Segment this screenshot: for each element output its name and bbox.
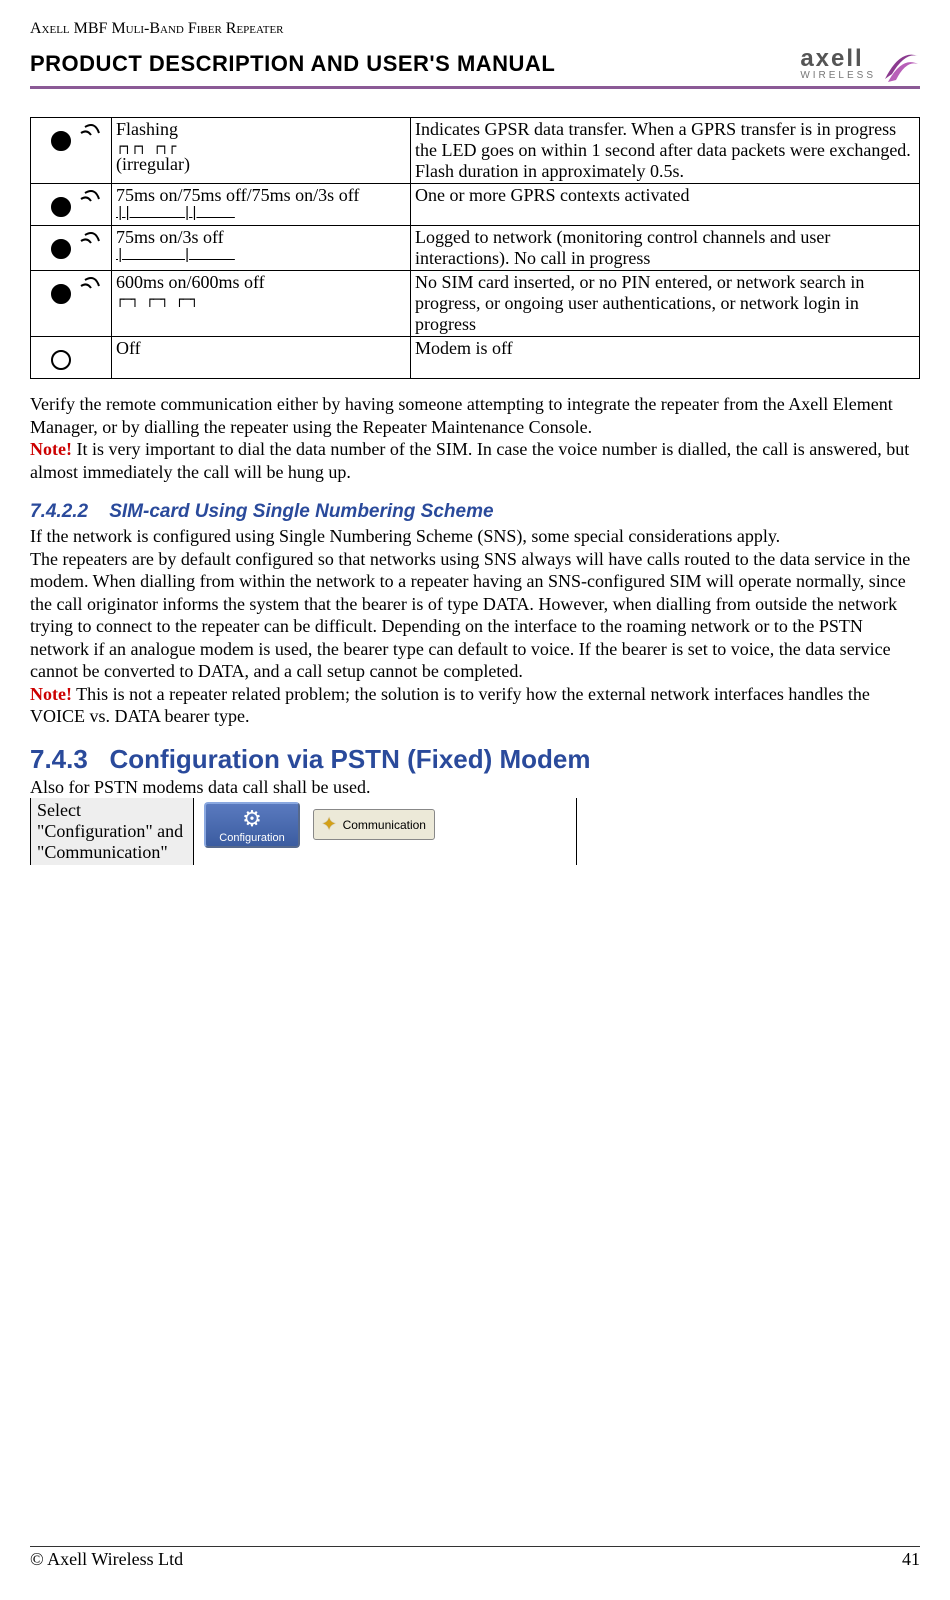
section-title-743: Configuration via PSTN (Fixed) Modem (110, 744, 591, 774)
led-description: No SIM card inserted, or no PIN entered,… (411, 271, 920, 337)
configuration-button-label: Configuration (219, 832, 284, 844)
note-label: Note! (30, 439, 72, 459)
section-number-74222: 7.4.2.2 (30, 501, 88, 522)
pattern-waveform: ┌─┐_┌─┐_┌─┐_ (116, 293, 406, 307)
table-row: OffModem is off (31, 337, 920, 379)
globe-arrows-icon: ✦ (322, 814, 337, 835)
pattern-waveform: ┌┐┌┐_┌┐┌ (116, 140, 406, 154)
logo-text-main: axell (800, 47, 876, 71)
table-row: 75ms on/75ms off/75ms on/3s off||_______… (31, 184, 920, 226)
footer-page-number: 41 (902, 1549, 920, 1570)
led-pattern: Flashing┌┐┌┐_┌┐┌(irregular) (112, 118, 411, 184)
led-icon (31, 226, 112, 271)
p-74222-1: If the network is configured using Singl… (30, 526, 780, 546)
table-row: 75ms on/3s off|________|______Logged to … (31, 226, 920, 271)
pattern-waveform: ||_______||_____ (116, 206, 406, 220)
intro-743: Also for PSTN modems data call shall be … (30, 777, 920, 798)
note2-label: Note! (30, 684, 72, 704)
pattern-label: 75ms on/75ms off/75ms on/3s off (116, 185, 406, 206)
table-row: Flashing┌┐┌┐_┌┐┌(irregular)Indicates GPS… (31, 118, 920, 184)
p-74222-2: The repeaters are by default configured … (30, 549, 910, 682)
pattern-label: Flashing (116, 119, 406, 140)
led-pattern: Off (112, 337, 411, 379)
led-icon (31, 337, 112, 379)
header-title: PRODUCT DESCRIPTION AND USER'S MANUAL (30, 51, 555, 77)
config-step-table: Select "Configuration" and "Communicatio… (30, 798, 577, 865)
pattern-label: Off (116, 338, 406, 359)
note2-text: This is not a repeater related problem; … (30, 684, 870, 727)
led-description: Indicates GPSR data transfer. When a GPR… (411, 118, 920, 184)
note1-text: It is very important to dial the data nu… (30, 439, 909, 482)
brand-logo: axell WIRELESS (800, 44, 920, 84)
table-row: 600ms on/600ms off┌─┐_┌─┐_┌─┐_No SIM car… (31, 271, 920, 337)
configuration-button[interactable]: ⚙ Configuration (204, 802, 300, 848)
pattern-label: 600ms on/600ms off (116, 272, 406, 293)
verify-text: Verify the remote communication either b… (30, 394, 893, 437)
pattern-waveform: |________|______ (116, 248, 406, 262)
communication-button-label: Communication (343, 818, 426, 832)
logo-swirl-icon (880, 44, 920, 84)
config-step-label: Select "Configuration" and "Communicatio… (31, 798, 194, 865)
header-product-line: Axell MBF Muli-Band Fiber Repeater (30, 20, 920, 38)
led-icon (31, 271, 112, 337)
logo-text-sub: WIRELESS (800, 71, 876, 81)
led-description: One or more GPRS contexts activated (411, 184, 920, 226)
led-description: Modem is off (411, 337, 920, 379)
pattern-extra: (irregular) (116, 154, 406, 175)
led-icon (31, 118, 112, 184)
gear-icon: ⚙ (212, 808, 292, 830)
led-icon (31, 184, 112, 226)
section-number-743: 7.4.3 (30, 744, 88, 774)
communication-button[interactable]: ✦ Communication (313, 809, 435, 840)
led-pattern: 600ms on/600ms off┌─┐_┌─┐_┌─┐_ (112, 271, 411, 337)
led-status-table: Flashing┌┐┌┐_┌┐┌(irregular)Indicates GPS… (30, 117, 920, 379)
footer-copyright: © Axell Wireless Ltd (30, 1549, 183, 1570)
pattern-label: 75ms on/3s off (116, 227, 406, 248)
led-pattern: 75ms on/3s off|________|______ (112, 226, 411, 271)
led-description: Logged to network (monitoring control ch… (411, 226, 920, 271)
section-title-74222: SIM-card Using Single Numbering Scheme (109, 501, 493, 522)
led-pattern: 75ms on/75ms off/75ms on/3s off||_______… (112, 184, 411, 226)
